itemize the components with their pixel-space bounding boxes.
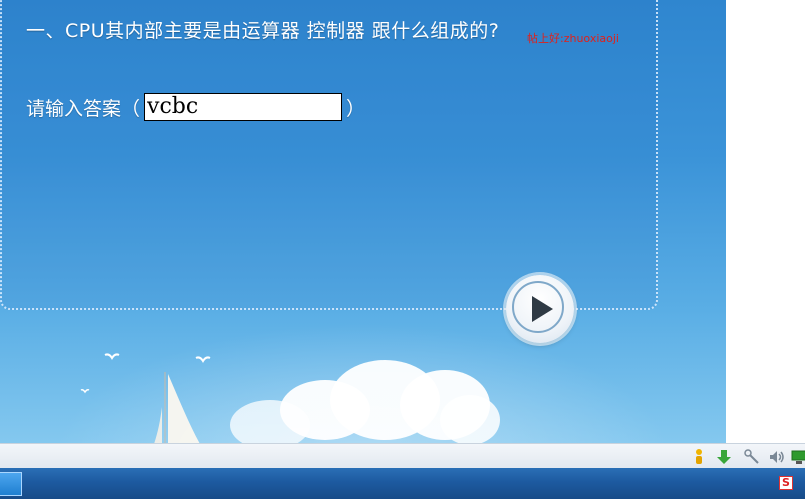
download-arrow-icon[interactable] bbox=[715, 448, 733, 466]
watermark-text: 帖上好:zhuoxiaoji bbox=[527, 32, 619, 45]
question-text: 一、CPU其内部主要是由运算器 控制器 跟什么组成的? bbox=[26, 20, 500, 42]
stage: 一、CPU其内部主要是由运算器 控制器 跟什么组成的? 帖上好:zhuoxiao… bbox=[0, 0, 726, 443]
status-bar bbox=[0, 443, 805, 469]
sailboat-image bbox=[154, 372, 200, 443]
answer-row: 请输入答案（ ） bbox=[26, 91, 365, 123]
sogou-input-icon[interactable]: S bbox=[779, 476, 793, 490]
display-icon[interactable] bbox=[791, 448, 805, 466]
person-icon[interactable] bbox=[690, 448, 708, 466]
bird-icon bbox=[195, 356, 211, 363]
play-icon bbox=[532, 296, 553, 322]
network-icon[interactable] bbox=[743, 448, 761, 466]
bird-icon bbox=[80, 389, 90, 394]
answer-input[interactable] bbox=[144, 93, 343, 121]
answer-close-paren: ） bbox=[346, 97, 366, 120]
taskbar bbox=[0, 468, 805, 499]
bird-icon bbox=[104, 353, 120, 360]
start-button[interactable] bbox=[0, 472, 22, 496]
play-button[interactable] bbox=[506, 275, 574, 343]
answer-label: 请输入答案（ bbox=[26, 97, 141, 120]
question-panel: 一、CPU其内部主要是由运算器 控制器 跟什么组成的? 帖上好:zhuoxiao… bbox=[0, 0, 658, 310]
volume-icon[interactable] bbox=[768, 448, 786, 466]
